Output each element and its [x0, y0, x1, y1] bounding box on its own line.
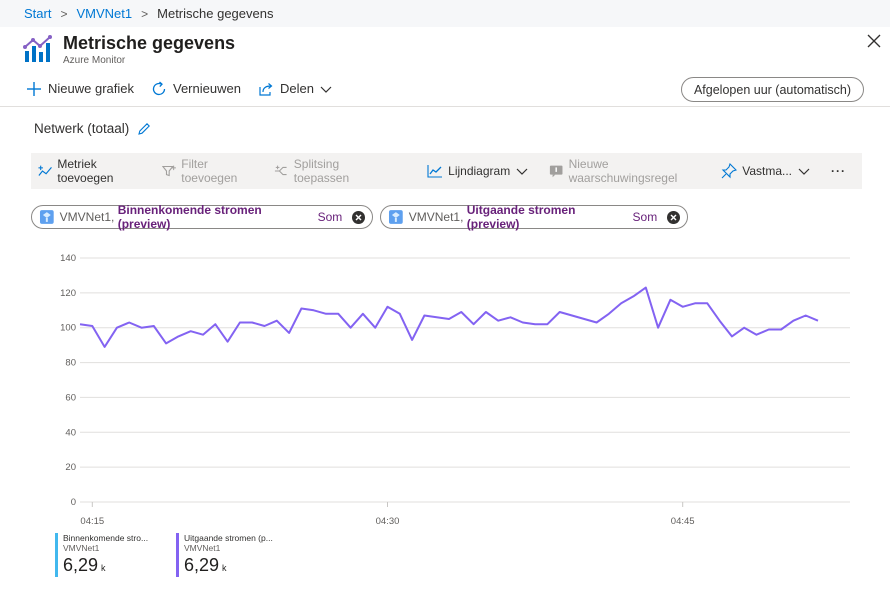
split-icon [275, 165, 287, 176]
new-alert-rule-button[interactable]: Nieuwe waarschuwingsregel [549, 157, 705, 185]
legend-resource: VMVNet1 [63, 543, 100, 553]
y-tick-label: 60 [65, 392, 76, 403]
add-metric-icon [38, 165, 52, 176]
more-options-button[interactable]: ··· [831, 164, 846, 178]
vnet-icon [388, 210, 403, 224]
apply-split-label: Splitsing toepassen [293, 157, 350, 185]
vnet-icon [39, 210, 54, 224]
line-chart-icon [427, 165, 443, 178]
y-tick-label: 100 [60, 323, 76, 334]
breadcrumb: Start > VMVNet1 > Metrische gegevens [0, 0, 890, 27]
chart-title-text: Netwerk (totaal) [34, 121, 130, 136]
share-icon [259, 82, 273, 96]
apply-split-button[interactable]: Splitsing toepassen [274, 157, 387, 185]
new-chart-button[interactable]: Nieuwe grafiek [26, 81, 134, 97]
pin-label: Vastma... [742, 164, 792, 178]
y-tick-label: 40 [65, 427, 76, 438]
legend-color-bar [55, 533, 58, 577]
legend-value-unit: k [222, 563, 227, 573]
line-chart-label: Lijndiagram [448, 164, 511, 178]
y-tick-label: 20 [65, 462, 76, 473]
legend-item-outbound[interactable]: Uitgaande stromen (p... VMVNet1 6,29 k [176, 533, 296, 579]
page-subtitle: Azure Monitor [63, 55, 126, 66]
y-tick-label: 120 [60, 288, 76, 299]
add-metric-label: Metriek toevoegen [57, 157, 114, 185]
pill-aggregation: Som [317, 210, 343, 224]
legend-color-bar [176, 533, 179, 577]
y-tick-label: 0 [71, 497, 76, 508]
new-alert-rule-label: Nieuwe waarschuwingsregel [568, 157, 678, 185]
alert-icon [550, 165, 563, 178]
toolbar: Nieuwe grafiek Vernieuwen Delen Afgelope… [0, 71, 890, 107]
x-tick-label: 04:15 [80, 516, 104, 527]
line-chart-dropdown[interactable]: Lijndiagram [427, 164, 533, 178]
page-title: Metrische gegevens [63, 33, 236, 53]
share-button[interactable]: Delen [258, 81, 338, 97]
remove-metric-icon[interactable] [352, 210, 366, 224]
blade-header: Metrische gegevens Azure Monitor [0, 27, 890, 71]
pin-dropdown[interactable]: Vastma... [721, 163, 815, 179]
add-metric-button[interactable]: Metriek toevoegen [38, 157, 146, 185]
chevron-right-icon: > [60, 6, 68, 21]
time-range-picker[interactable]: Afgelopen uur (automatisch) [680, 77, 864, 102]
breadcrumb-start-link[interactable]: Start [24, 6, 51, 21]
chevron-right-icon: > [141, 6, 149, 21]
pin-icon [721, 163, 738, 179]
y-tick-label: 80 [65, 358, 76, 369]
chevron-down-icon [798, 168, 810, 175]
add-filter-label: Filter toevoegen [181, 157, 238, 185]
pill-resource: VMVNet1, [59, 210, 115, 224]
metric-pill-outbound[interactable]: VMVNet1, Uitgaande stromen (preview) Som [380, 203, 688, 231]
legend-item-inbound[interactable]: Binnenkomende stro... VMVNet1 6,29 k [55, 533, 165, 579]
refresh-icon [152, 81, 166, 95]
x-tick-label: 04:30 [376, 516, 400, 527]
legend-series-name: Uitgaande stromen (p... [184, 533, 273, 543]
metric-pill-inbound[interactable]: VMVNet1, Binnenkomende stromen (preview)… [31, 203, 373, 231]
pill-resource: VMVNet1, [408, 210, 464, 224]
refresh-label: Vernieuwen [173, 81, 241, 96]
legend-value-unit: k [101, 563, 106, 573]
azure-monitor-icon [23, 35, 52, 62]
legend-value-number: 6,29 [184, 555, 220, 575]
new-chart-label: Nieuwe grafiek [48, 81, 134, 96]
pencil-icon[interactable] [137, 122, 151, 136]
refresh-button[interactable]: Vernieuwen [151, 81, 241, 97]
filter-icon [161, 165, 176, 177]
line-chart[interactable]: 02040608010012014004:1504:3004:4517:00 [30, 250, 860, 530]
chart-command-bar: Metriek toevoegen Filter toevoegen Split… [31, 153, 862, 189]
remove-metric-icon[interactable] [667, 210, 680, 224]
add-filter-button[interactable]: Filter toevoegen [161, 157, 259, 185]
series-line-outbound [79, 286, 819, 348]
legend-value-number: 6,29 [63, 555, 99, 575]
chevron-down-icon [320, 86, 332, 93]
legend-resource: VMVNet1 [184, 543, 221, 553]
pill-aggregation: Som [632, 210, 658, 224]
legend-value: 6,29 k [184, 555, 296, 576]
breadcrumb-resource-link[interactable]: VMVNet1 [76, 6, 132, 21]
share-label: Delen [279, 81, 314, 96]
x-tick-label: 04:45 [671, 516, 695, 527]
close-icon[interactable] [866, 33, 882, 49]
breadcrumb-current: Metrische gegevens [157, 6, 274, 21]
pill-metric: Uitgaande stromen (preview) [466, 203, 576, 231]
legend-value: 6,29 k [63, 555, 165, 576]
legend-series-name: Binnenkomende stro... [63, 533, 149, 543]
chart-title: Netwerk (totaal) [34, 121, 151, 136]
chevron-down-icon [516, 168, 528, 175]
y-tick-label: 140 [60, 253, 76, 264]
plus-icon [27, 81, 41, 96]
pill-metric: Binnenkomende stromen (preview) [117, 203, 262, 231]
